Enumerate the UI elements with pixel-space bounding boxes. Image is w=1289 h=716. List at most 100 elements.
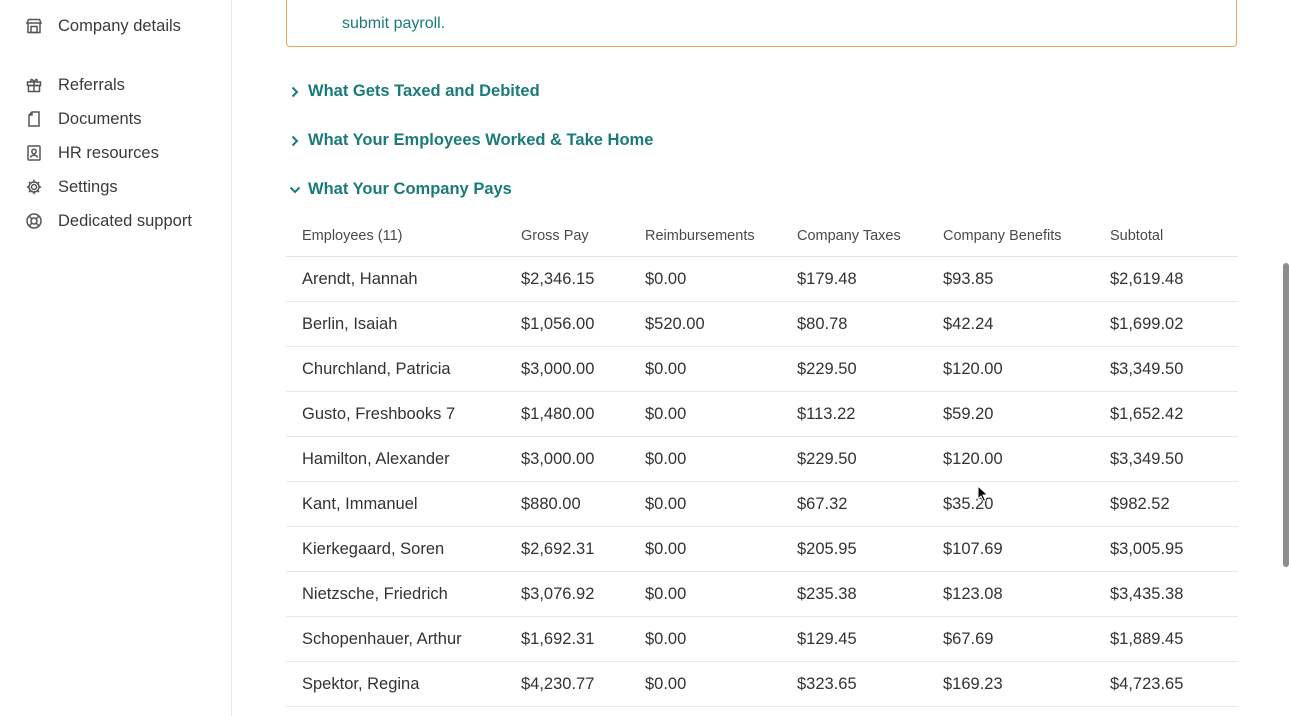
sidebar-item-documents[interactable]: Documents (25, 105, 141, 133)
subtotal: $3,435.38 (1110, 571, 1238, 617)
company-benefits: $35.20 (943, 481, 1110, 527)
sidebar-item-dedicated-support[interactable]: Dedicated support (25, 207, 192, 235)
company-benefits: $42.24 (943, 301, 1110, 347)
subtotal: $3,349.50 (1110, 436, 1238, 482)
gear-icon (25, 178, 43, 196)
sidebar: Company details Referrals Documents HR r… (0, 0, 232, 716)
table-row: Berlin, Isaiah $1,056.00 $520.00 $80.78 … (286, 301, 1238, 347)
sidebar-item-label: HR resources (58, 143, 159, 162)
section-employees-worked[interactable]: What Your Employees Worked & Take Home (288, 131, 653, 150)
store-icon (25, 17, 43, 35)
subtotal: $1,699.02 (1110, 301, 1238, 347)
sidebar-item-label: Settings (58, 177, 118, 196)
col-header-company-taxes: Company Taxes (797, 215, 943, 257)
company-pays-table: Employees (11) Gross Pay Reimbursements … (286, 215, 1238, 707)
col-header-reimbursements: Reimbursements (645, 215, 797, 257)
employee-name: Nietzsche, Friedrich (286, 571, 521, 617)
gross-pay: $1,480.00 (521, 391, 645, 437)
mouse-cursor-icon (977, 485, 989, 503)
reimbursements: $0.00 (645, 391, 797, 437)
gross-pay: $1,056.00 (521, 301, 645, 347)
subtotal: $4,723.65 (1110, 661, 1238, 707)
employee-name: Arendt, Hannah (286, 256, 521, 302)
table-row: Gusto, Freshbooks 7 $1,480.00 $0.00 $113… (286, 391, 1238, 437)
reimbursements: $0.00 (645, 661, 797, 707)
reimbursements: $0.00 (645, 256, 797, 302)
sidebar-item-label: Referrals (58, 75, 125, 94)
sidebar-item-referrals[interactable]: Referrals (25, 71, 125, 99)
vertical-scrollbar[interactable] (1283, 263, 1289, 567)
table-row: Kierkegaard, Soren $2,692.31 $0.00 $205.… (286, 526, 1238, 572)
company-benefits: $169.23 (943, 661, 1110, 707)
section-company-pays[interactable]: What Your Company Pays (288, 180, 512, 199)
employee-name: Churchland, Patricia (286, 346, 521, 392)
company-taxes: $179.48 (797, 256, 943, 302)
chevron-down-icon (288, 183, 302, 197)
reimbursements: $0.00 (645, 526, 797, 572)
employee-name: Schopenhauer, Arthur (286, 616, 521, 662)
sidebar-item-settings[interactable]: Settings (25, 173, 118, 201)
company-taxes: $323.65 (797, 661, 943, 707)
reimbursements: $0.00 (645, 436, 797, 482)
company-taxes: $67.32 (797, 481, 943, 527)
subtotal: $982.52 (1110, 481, 1238, 527)
gross-pay: $3,076.92 (521, 571, 645, 617)
sidebar-item-label: Documents (58, 109, 142, 128)
employee-name: Kant, Immanuel (286, 481, 521, 527)
main-content: submit payroll. What Gets Taxed and Debi… (232, 0, 1289, 716)
company-benefits: $107.69 (943, 526, 1110, 572)
gross-pay: $1,692.31 (521, 616, 645, 662)
payroll-notice: submit payroll. (286, 0, 1237, 47)
gift-icon (25, 76, 43, 94)
sidebar-item-hr-resources[interactable]: HR resources (25, 139, 159, 167)
table-row: Schopenhauer, Arthur $1,692.31 $0.00 $12… (286, 616, 1238, 662)
reimbursements: $0.00 (645, 571, 797, 617)
reimbursements: $0.00 (645, 616, 797, 662)
company-taxes: $235.38 (797, 571, 943, 617)
company-benefits: $120.00 (943, 436, 1110, 482)
employee-name: Gusto, Freshbooks 7 (286, 391, 521, 437)
company-benefits: $123.08 (943, 571, 1110, 617)
table-row: Spektor, Regina $4,230.77 $0.00 $323.65 … (286, 661, 1238, 707)
company-taxes: $229.50 (797, 346, 943, 392)
notice-text[interactable]: submit payroll. (342, 15, 445, 33)
chevron-right-icon (288, 85, 302, 99)
employee-name: Berlin, Isaiah (286, 301, 521, 347)
company-benefits: $67.69 (943, 616, 1110, 662)
section-label: What Your Company Pays (308, 180, 512, 198)
company-taxes: $113.22 (797, 391, 943, 437)
section-taxed-debited[interactable]: What Gets Taxed and Debited (288, 82, 540, 101)
gross-pay: $2,346.15 (521, 256, 645, 302)
reimbursements: $520.00 (645, 301, 797, 347)
company-benefits: $59.20 (943, 391, 1110, 437)
gross-pay: $3,000.00 (521, 436, 645, 482)
table-row: Hamilton, Alexander $3,000.00 $0.00 $229… (286, 436, 1238, 482)
gross-pay: $3,000.00 (521, 346, 645, 392)
gross-pay: $880.00 (521, 481, 645, 527)
chevron-right-icon (288, 134, 302, 148)
reimbursements: $0.00 (645, 481, 797, 527)
section-label: What Your Employees Worked & Take Home (308, 131, 654, 149)
company-benefits: $93.85 (943, 256, 1110, 302)
employee-name: Hamilton, Alexander (286, 436, 521, 482)
sidebar-item-label: Dedicated support (58, 211, 192, 230)
company-taxes: $80.78 (797, 301, 943, 347)
person-badge-icon (25, 144, 43, 162)
col-header-subtotal: Subtotal (1110, 215, 1238, 257)
sidebar-item-company-details[interactable]: Company details (25, 12, 181, 40)
table-row: Arendt, Hannah $2,346.15 $0.00 $179.48 $… (286, 256, 1238, 302)
subtotal: $3,005.95 (1110, 526, 1238, 572)
company-taxes: $129.45 (797, 616, 943, 662)
company-taxes: $205.95 (797, 526, 943, 572)
col-header-employees: Employees (11) (286, 215, 521, 257)
reimbursements: $0.00 (645, 346, 797, 392)
company-taxes: $229.50 (797, 436, 943, 482)
employee-name: Spektor, Regina (286, 661, 521, 707)
table-header-row: Employees (11) Gross Pay Reimbursements … (286, 215, 1238, 257)
gross-pay: $4,230.77 (521, 661, 645, 707)
gross-pay: $2,692.31 (521, 526, 645, 572)
document-icon (25, 110, 43, 128)
lifebuoy-icon (25, 212, 43, 230)
table-row: Churchland, Patricia $3,000.00 $0.00 $22… (286, 346, 1238, 392)
table-row: Nietzsche, Friedrich $3,076.92 $0.00 $23… (286, 571, 1238, 617)
